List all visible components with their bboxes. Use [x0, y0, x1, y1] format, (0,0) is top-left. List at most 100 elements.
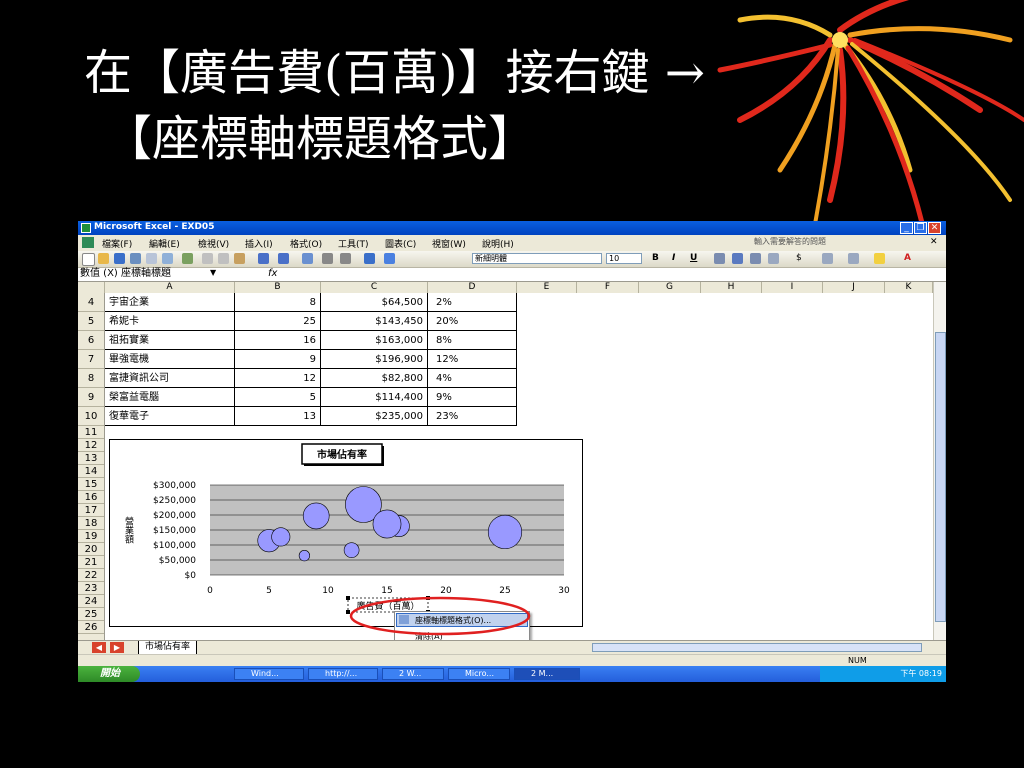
row-header[interactable]: 11 [78, 426, 104, 439]
align-left-icon[interactable] [714, 253, 725, 264]
cell-share[interactable]: 4% [428, 369, 517, 388]
menu-window[interactable]: 視窗(W) [432, 237, 466, 250]
row-header[interactable]: 25 [78, 608, 104, 621]
row-header[interactable]: 5 [78, 312, 104, 331]
hyperlink-icon[interactable] [302, 253, 313, 264]
font-size-select[interactable]: 10 [606, 253, 642, 264]
cell-revenue[interactable]: $82,800 [321, 369, 428, 388]
next-sheet-button[interactable]: ▶ [110, 642, 124, 653]
preview-icon[interactable] [162, 253, 173, 264]
sort-icon[interactable] [340, 253, 351, 264]
cut-icon[interactable] [202, 253, 213, 264]
cell-company[interactable]: 祖拓實業 [105, 331, 235, 350]
help-icon[interactable] [384, 253, 395, 264]
row-header[interactable]: 17 [78, 504, 104, 517]
column-header-h[interactable]: H [701, 282, 762, 293]
open-icon[interactable] [98, 253, 109, 264]
font-color-button[interactable]: A [904, 253, 911, 263]
redo-icon[interactable] [278, 253, 289, 264]
taskbar-item[interactable]: Micro... [448, 668, 510, 680]
italic-button[interactable]: I [672, 253, 675, 263]
undo-icon[interactable] [258, 253, 269, 264]
name-box[interactable]: 數值 (X) 座標軸標題 [80, 268, 228, 280]
indent-icon[interactable] [822, 253, 833, 264]
row-header[interactable]: 6 [78, 331, 104, 350]
bubble-point[interactable] [302, 502, 330, 530]
bold-button[interactable]: B [652, 253, 659, 263]
cell-share[interactable]: 20% [428, 312, 517, 331]
bubble-point[interactable] [298, 550, 311, 562]
row-header[interactable]: 13 [78, 452, 104, 465]
row-header[interactable]: 19 [78, 530, 104, 543]
row-header[interactable]: 10 [78, 407, 104, 426]
cell-share[interactable]: 9% [428, 388, 517, 407]
menu-help[interactable]: 說明(H) [482, 237, 514, 250]
select-all-corner[interactable] [78, 282, 105, 293]
vertical-scrollbar[interactable] [933, 282, 946, 640]
column-header-d[interactable]: D [428, 282, 517, 293]
bubble-point[interactable] [343, 542, 360, 558]
fx-icon[interactable]: fx [268, 268, 277, 279]
cell-ad-spend[interactable]: 16 [235, 331, 321, 350]
close-button[interactable]: ✕ [928, 222, 941, 234]
cell-company[interactable]: 宇宙企業 [105, 293, 235, 312]
column-header-k[interactable]: K [885, 282, 933, 293]
prev-sheet-button[interactable]: ◀ [92, 642, 106, 653]
row-header[interactable]: 9 [78, 388, 104, 407]
copy-icon[interactable] [218, 253, 229, 264]
taskbar-item[interactable]: 2 W... [382, 668, 444, 680]
minimize-button[interactable]: _ [900, 222, 913, 234]
cell-ad-spend[interactable]: 9 [235, 350, 321, 369]
taskbar-item[interactable]: http://... [308, 668, 378, 680]
menu-file[interactable]: 檔案(F) [102, 237, 132, 250]
cell-share[interactable]: 12% [428, 350, 517, 369]
column-header-j[interactable]: J [823, 282, 885, 293]
cell-company[interactable]: 復華電子 [105, 407, 235, 426]
cell-share[interactable]: 23% [428, 407, 517, 426]
chart-title[interactable]: 市場佔有率 [317, 448, 367, 461]
cell-ad-spend[interactable]: 25 [235, 312, 321, 331]
new-icon[interactable] [82, 253, 95, 266]
sheet-tab[interactable]: 市場佔有率 [138, 641, 198, 655]
spelling-icon[interactable] [182, 253, 193, 264]
cell-company[interactable]: 畢強電機 [105, 350, 235, 369]
column-header-f[interactable]: F [577, 282, 639, 293]
column-header-a[interactable]: A [105, 282, 235, 293]
y-axis-title[interactable]: 營業額 [123, 515, 134, 544]
excel-doc-icon[interactable] [82, 237, 94, 248]
row-header[interactable]: 7 [78, 350, 104, 369]
row-header[interactable]: 12 [78, 439, 104, 452]
paste-icon[interactable] [234, 253, 245, 264]
font-name-select[interactable]: 新細明體 [472, 253, 602, 264]
row-header[interactable]: 18 [78, 517, 104, 530]
cell-ad-spend[interactable]: 12 [235, 369, 321, 388]
start-button[interactable]: 開始 [78, 666, 140, 682]
menu-view[interactable]: 檢視(V) [198, 237, 229, 250]
menu-format[interactable]: 格式(O) [290, 237, 322, 250]
row-header[interactable]: 14 [78, 465, 104, 478]
underline-button[interactable]: U [690, 253, 697, 263]
cell-revenue[interactable]: $235,000 [321, 407, 428, 426]
cell-revenue[interactable]: $196,900 [321, 350, 428, 369]
window-titlebar[interactable]: Microsoft Excel - EXD05 _ ❐ ✕ [78, 221, 946, 235]
chart-wizard-icon[interactable] [364, 253, 375, 264]
taskbar-item[interactable]: Wind... [234, 668, 304, 680]
row-header[interactable]: 20 [78, 543, 104, 556]
cell-company[interactable]: 希妮卡 [105, 312, 235, 331]
menu-chart[interactable]: 圖表(C) [385, 237, 416, 250]
column-header-c[interactable]: C [321, 282, 428, 293]
cell-share[interactable]: 2% [428, 293, 517, 312]
horizontal-scrollbar[interactable] [592, 643, 922, 652]
column-header-b[interactable]: B [235, 282, 321, 293]
menu-insert[interactable]: 插入(I) [245, 237, 273, 250]
autosum-icon[interactable] [322, 253, 333, 264]
align-center-icon[interactable] [732, 253, 743, 264]
restore-button[interactable]: ❐ [914, 222, 927, 234]
row-header[interactable]: 22 [78, 569, 104, 582]
menu-edit[interactable]: 編輯(E) [149, 237, 180, 250]
bubble-point[interactable] [271, 527, 291, 547]
help-search-input[interactable]: 輸入需要解答的問題 [754, 236, 924, 248]
cell-ad-spend[interactable]: 5 [235, 388, 321, 407]
row-header[interactable]: 8 [78, 369, 104, 388]
scrollbar-thumb[interactable] [935, 332, 946, 622]
